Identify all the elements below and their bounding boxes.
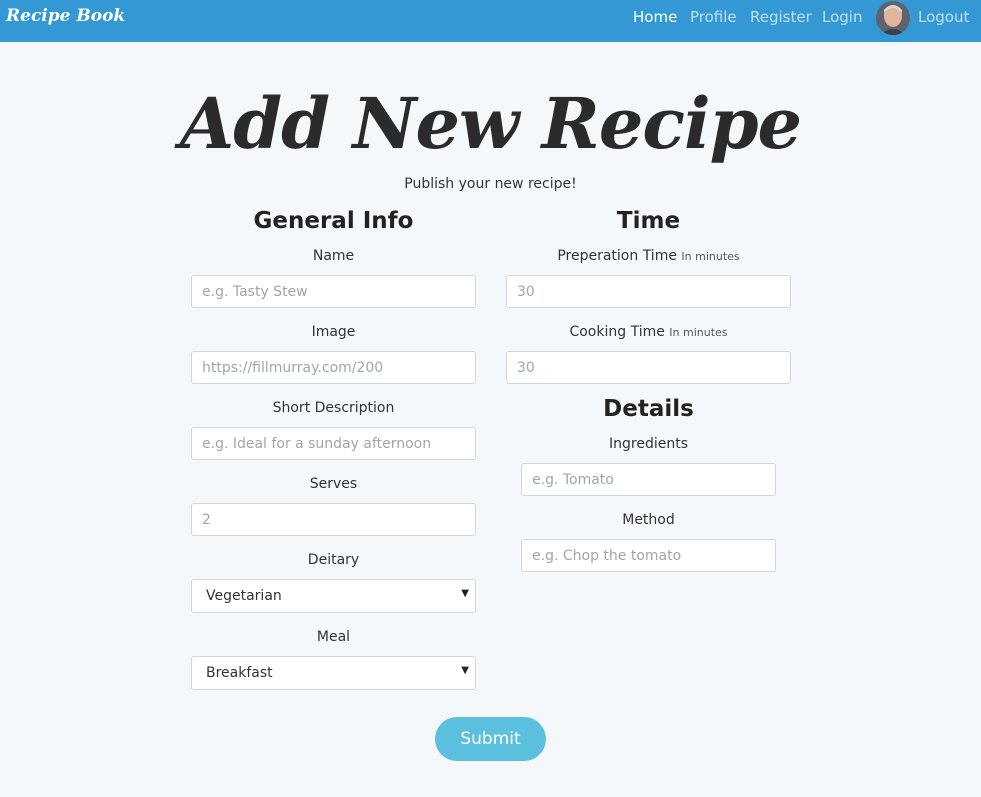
- navbar: Recipe Book Home Profile Register Login …: [0, 0, 981, 42]
- name-input[interactable]: [191, 275, 476, 308]
- nav-register[interactable]: Register: [750, 8, 812, 26]
- meal-select[interactable]: Breakfast ▼: [191, 656, 476, 690]
- short-description-label: Short Description: [272, 400, 395, 416]
- serves-input[interactable]: [191, 503, 476, 536]
- preparation-time-label: Preperation Time In minutes: [506, 248, 791, 264]
- brand-logo[interactable]: Recipe Book: [6, 6, 125, 26]
- caret-down-icon: ▼: [461, 588, 469, 599]
- preparation-time-hint: In minutes: [681, 250, 740, 263]
- dietary-label: Deitary: [307, 552, 360, 568]
- nav-profile[interactable]: Profile: [690, 8, 737, 26]
- preparation-time-label-text: Preperation Time: [557, 248, 677, 264]
- cooking-time-label-text: Cooking Time: [569, 324, 665, 340]
- general-info-heading: General Info: [253, 208, 414, 234]
- image-input[interactable]: [191, 351, 476, 384]
- submit-button[interactable]: Submit: [435, 717, 546, 761]
- cooking-time-label: Cooking Time In minutes: [506, 324, 791, 340]
- serves-label: Serves: [309, 476, 358, 492]
- caret-down-icon: ▼: [461, 665, 469, 676]
- time-heading: Time: [616, 208, 681, 234]
- cooking-time-input[interactable]: [506, 351, 791, 384]
- ingredients-input[interactable]: [521, 463, 776, 496]
- cooking-time-hint: In minutes: [669, 326, 728, 339]
- method-label: Method: [622, 512, 675, 528]
- preparation-time-input[interactable]: [506, 275, 791, 308]
- ingredients-label: Ingredients: [609, 436, 688, 452]
- short-description-input[interactable]: [191, 427, 476, 460]
- meal-label: Meal: [316, 629, 351, 645]
- image-label: Image: [311, 324, 356, 340]
- dietary-select[interactable]: Vegetarian ▼: [191, 579, 476, 613]
- user-avatar[interactable]: [876, 1, 910, 35]
- meal-select-value: Breakfast: [206, 665, 273, 681]
- page-subtitle: Publish your new recipe!: [404, 176, 577, 192]
- nav-login[interactable]: Login: [822, 8, 862, 26]
- dietary-select-value: Vegetarian: [206, 588, 282, 604]
- name-label: Name: [312, 248, 355, 264]
- details-heading: Details: [603, 396, 694, 422]
- page-title: Add New Recipe: [179, 82, 802, 165]
- nav-logout[interactable]: Logout: [918, 8, 969, 26]
- nav-home[interactable]: Home: [633, 8, 677, 26]
- method-input[interactable]: [521, 539, 776, 572]
